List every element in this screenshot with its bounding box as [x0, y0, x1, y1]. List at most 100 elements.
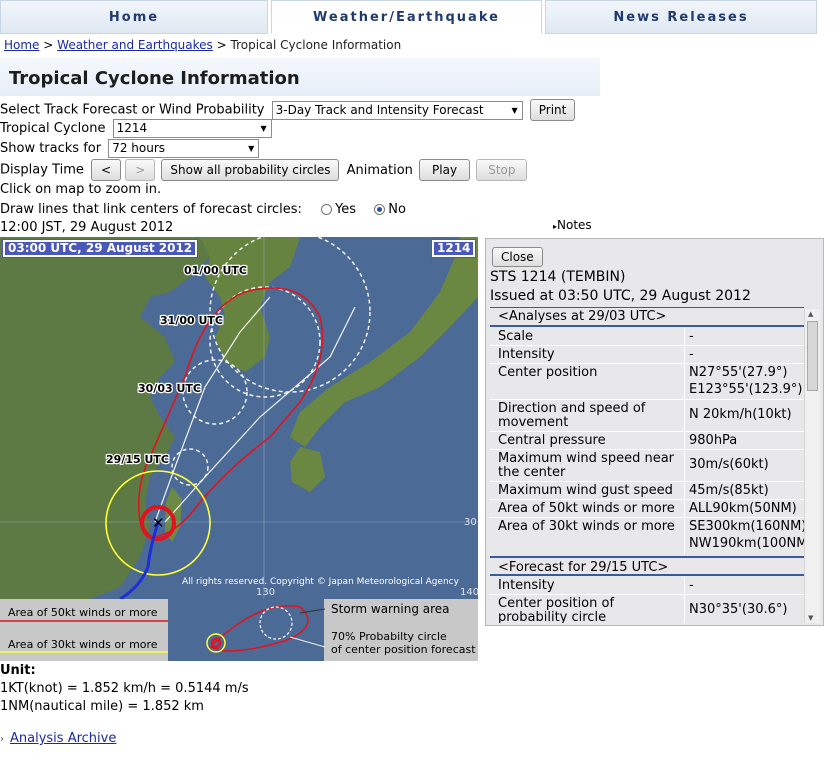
panel-scrollbar[interactable]: ▲ ▼ [804, 309, 820, 623]
analysis-section-header: <Analyses at 29/03 UTC> [490, 309, 804, 327]
breadcrumb: Home > Weather and Earthquakes > Tropica… [4, 38, 401, 52]
scrollbar-thumb[interactable] [807, 321, 818, 391]
notes-label[interactable]: Notes [557, 218, 592, 232]
issued-time: Issued at 03:50 UTC, 29 August 2012 [490, 288, 751, 304]
row-label: Direction and speed of movement [498, 401, 646, 430]
next-time-button[interactable]: > [125, 159, 156, 181]
row-value: 980hPa [684, 432, 804, 449]
longitude-label: 140 [460, 587, 478, 598]
units-heading: Unit: [0, 663, 36, 678]
analysis-archive: › Analysis Archive [0, 731, 116, 746]
bullet-icon: › [0, 734, 4, 745]
notes-link[interactable]: ▸Notes [553, 218, 592, 232]
tab-home[interactable]: Home [0, 0, 268, 34]
cyclone-label: Tropical Cyclone [0, 121, 106, 136]
row-label: Center position of probability circle [498, 596, 615, 624]
show-probability-circles-button[interactable]: Show all probability circles [161, 159, 340, 181]
cyclone-value: 1214 [116, 121, 148, 135]
lines-no-radio[interactable] [374, 204, 386, 215]
forecast-select-label: Select Track Forecast or Wind Probabilit… [0, 102, 265, 118]
forecast-section-header: <Forecast for 29/15 UTC> [490, 556, 804, 576]
row-value: - [684, 346, 804, 363]
scroll-down-icon[interactable]: ▼ [808, 614, 813, 622]
table-row: Center position of probability circle N3… [490, 595, 804, 623]
units-knot: 1KT(knot) = 1.852 km/h = 0.5144 m/s [0, 681, 249, 696]
row-value: ALL90km(50NM) [684, 500, 804, 517]
cyclone-info-panel: Close STS 1214 (TEMBIN) Issued at 03:50 … [485, 238, 824, 626]
row-label: Maximum wind speed near the center [498, 451, 675, 480]
cyclone-data-table[interactable]: <Analyses at 29/03 UTC> Scale - Intensit… [490, 309, 804, 623]
table-row: Scale - [490, 328, 804, 346]
play-button[interactable]: Play [419, 159, 471, 181]
row-value-line: E123°55'(123.9°) [689, 382, 803, 397]
cyclone-select[interactable]: 1214 ▼ [112, 119, 272, 138]
row-value: 45m/s(85kt) [684, 482, 804, 499]
row-value: - [684, 577, 804, 594]
row-value-line: NW190km(100NM) [689, 536, 804, 551]
row-label: Scale [498, 329, 533, 344]
scroll-up-icon[interactable]: ▲ [808, 310, 813, 318]
display-time-row: Display Time < > Show all probability ci… [0, 159, 528, 181]
row-value: - [684, 328, 804, 345]
row-value-line: N27°55'(27.9°) [689, 365, 788, 380]
map-cyclone-number: 1214 [430, 239, 477, 258]
tracks-row: Show tracks for 72 hours ▼ [0, 139, 260, 158]
panel-divider [490, 307, 804, 308]
timestamp: 12:00 JST, 29 August 2012 [0, 220, 174, 235]
prev-time-button[interactable]: < [91, 159, 122, 181]
forecast-select-row: Select Track Forecast or Wind Probabilit… [0, 99, 576, 121]
table-row: Area of 30kt winds or more SE300km(160NM… [490, 518, 804, 554]
tracks-label: Show tracks for [0, 141, 102, 156]
table-row: Central pressure 980hPa [490, 432, 804, 450]
longitude-label: 130 [256, 587, 275, 598]
map-time-label: 03:00 UTC, 29 August 2012 [1, 239, 199, 258]
row-label: Intensity [498, 347, 555, 362]
tab-news-releases[interactable]: News Releases [545, 0, 817, 34]
breadcrumb-current: Tropical Cyclone Information [230, 38, 402, 52]
lines-no-label[interactable]: No [388, 202, 406, 217]
units-section: Unit: 1KT(knot) = 1.852 km/h = 0.5144 m/… [0, 662, 249, 716]
breadcrumb-weather-link[interactable]: Weather and Earthquakes [57, 38, 213, 52]
breadcrumb-separator: > [43, 38, 54, 52]
chevron-down-icon: ▼ [511, 105, 518, 115]
breadcrumb-home-link[interactable]: Home [4, 38, 39, 52]
legend-prob-line2: of center position forecast [331, 643, 476, 656]
lines-yes-radio[interactable] [321, 204, 333, 215]
table-row: Area of 50kt winds or more ALL90km(50NM) [490, 500, 804, 518]
chevron-down-icon: ▼ [260, 124, 267, 133]
map-legend: Area of 50kt winds or more Area of 30kt … [0, 599, 478, 661]
page-header: Tropical Cyclone Information [0, 58, 600, 96]
row-value: N30°35'(30.6°) [684, 595, 804, 623]
cyclone-row: Tropical Cyclone 1214 ▼ [0, 119, 272, 138]
forecast-label-29-15: 29/15 UTC [106, 453, 169, 466]
forecast-type-value: 3-Day Track and Intensity Forecast [275, 102, 484, 117]
row-value: 30m/s(60kt) [684, 450, 804, 481]
map-canvas[interactable]: ✕ 01/00 UTC 31/00 UTC 30/03 UTC 29/15 UT… [0, 237, 478, 599]
units-nautical-mile: 1NM(nautical mile) = 1.852 km [0, 699, 204, 714]
tracks-value: 72 hours [112, 141, 166, 155]
tab-weather-earthquake[interactable]: Weather/Earthquake [271, 0, 542, 34]
cyclone-center-icon: ✕ [152, 514, 165, 532]
row-label: Intensity [498, 578, 555, 593]
zoom-hint: Click on map to zoom in. [0, 182, 162, 197]
row-label: Area of 30kt winds or more [498, 519, 675, 534]
chevron-down-icon: ▼ [248, 144, 255, 153]
table-row: Maximum wind gust speed 45m/s(85kt) [490, 482, 804, 500]
table-row: Center position N27°55'(27.9°) E123°55'(… [490, 364, 804, 400]
print-button[interactable]: Print [529, 99, 576, 121]
legend-storm-warning-label: Storm warning area [331, 602, 450, 616]
animation-label: Animation [346, 162, 413, 178]
close-button[interactable]: Close [492, 247, 543, 267]
table-row: Intensity - [490, 346, 804, 364]
storm-name: STS 1214 (TEMBIN) [490, 269, 626, 285]
table-row: Intensity - [490, 577, 804, 595]
stop-button[interactable]: Stop [476, 159, 528, 181]
row-label: Central pressure [498, 433, 606, 448]
cyclone-map[interactable]: ✕ 01/00 UTC 31/00 UTC 30/03 UTC 29/15 UT… [0, 237, 478, 599]
tracks-select[interactable]: 72 hours ▼ [108, 139, 260, 158]
analysis-archive-link[interactable]: Analysis Archive [10, 731, 116, 746]
lines-yes-label[interactable]: Yes [335, 202, 356, 217]
table-row: Direction and speed of movement N 20km/h… [490, 400, 804, 432]
forecast-type-select[interactable]: 3-Day Track and Intensity Forecast ▼ [271, 100, 523, 120]
legend-wind30-label: Area of 30kt winds or more [8, 638, 158, 651]
